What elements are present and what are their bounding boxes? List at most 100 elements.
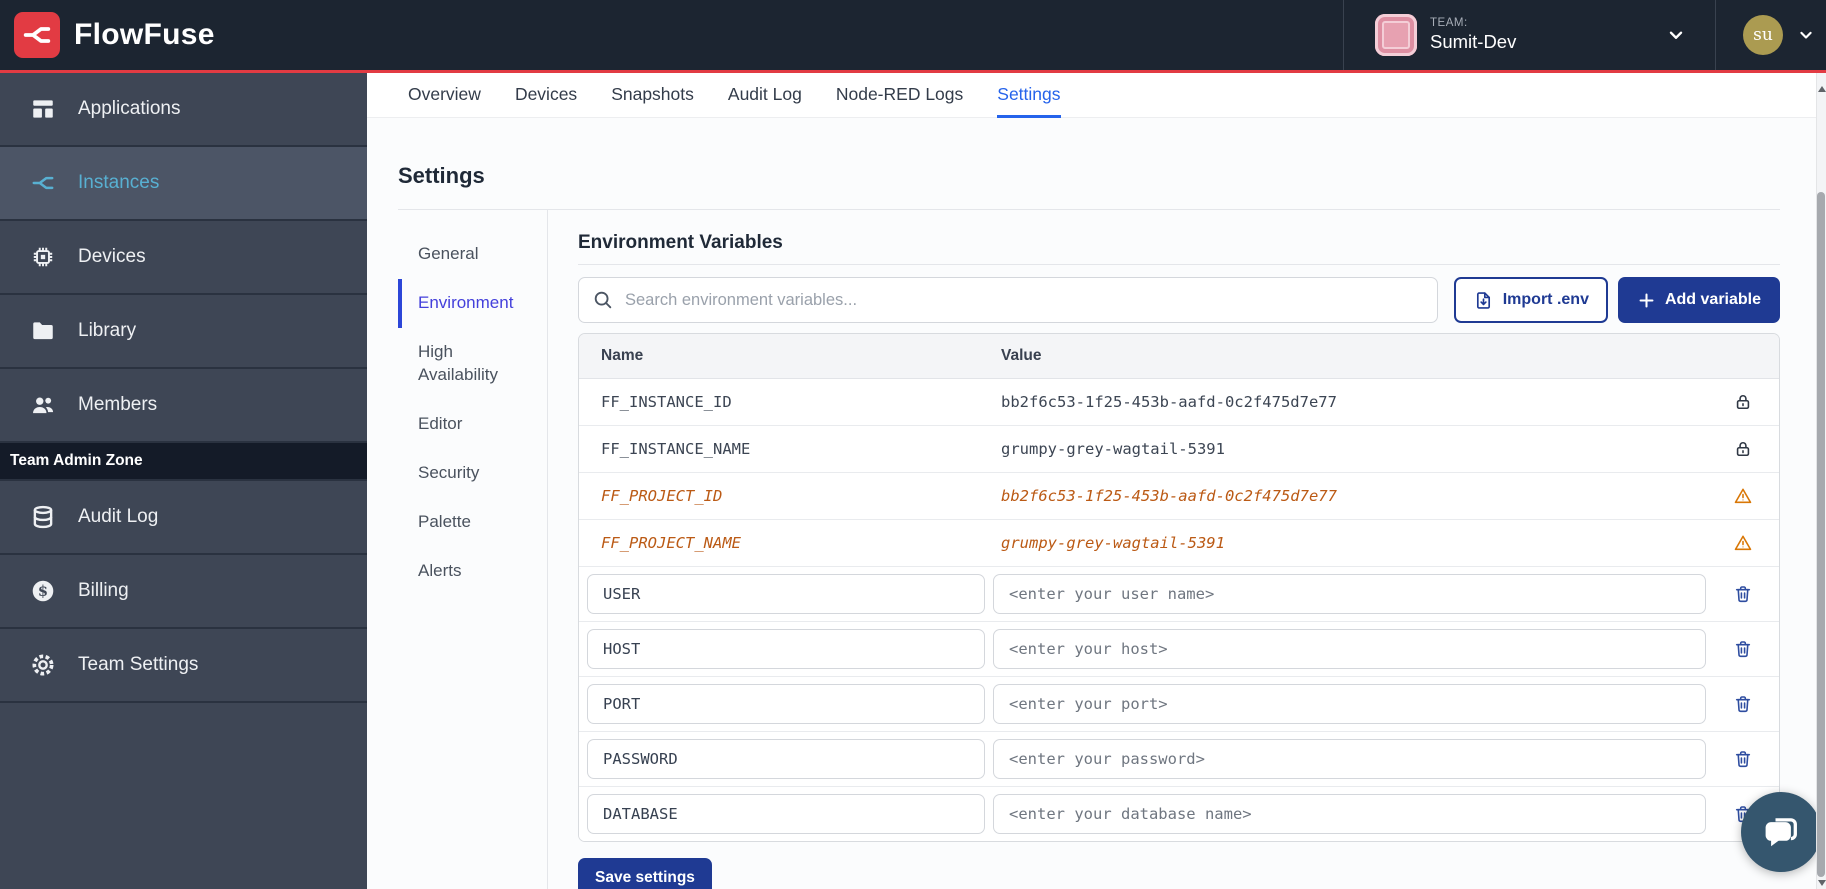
chat-bubbles-icon	[1759, 810, 1803, 854]
env-name-input[interactable]	[587, 574, 985, 614]
user-avatar: su	[1743, 15, 1783, 55]
env-value-input[interactable]	[993, 739, 1706, 779]
column-header-value: Value	[993, 347, 1706, 365]
audit-log-icon	[30, 504, 56, 530]
scrollbar-thumb[interactable]	[1817, 192, 1825, 877]
tab-settings[interactable]: Settings	[997, 73, 1060, 118]
settings-subnav-environment[interactable]: Environment	[398, 279, 528, 328]
sidebar-item-label: Team Settings	[78, 654, 198, 676]
tab-node-red-logs[interactable]: Node-RED Logs	[836, 73, 963, 118]
billing-icon: $	[30, 578, 56, 604]
sidebar-item-label: Library	[78, 320, 136, 342]
search-icon	[592, 289, 614, 311]
vertical-scrollbar	[1816, 73, 1826, 889]
env-value-input[interactable]	[993, 794, 1706, 834]
settings-subnav-palette[interactable]: Palette	[398, 498, 528, 547]
instances-icon	[30, 170, 56, 196]
settings-subnav-editor[interactable]: Editor	[398, 400, 528, 449]
settings-subnav: GeneralEnvironmentHigh AvailabilityEdito…	[398, 210, 548, 889]
tab-overview[interactable]: Overview	[408, 73, 481, 118]
devices-icon	[30, 244, 56, 270]
env-value-input[interactable]	[993, 574, 1706, 614]
env-name-input[interactable]	[587, 684, 985, 724]
add-variable-button[interactable]: Add variable	[1618, 277, 1780, 323]
environment-toolbar: Import .env Add variable	[578, 277, 1780, 323]
sidebar-item-label: Instances	[78, 172, 159, 194]
env-row-port	[579, 677, 1779, 732]
env-row-user	[579, 567, 1779, 622]
team-name: Sumit-Dev	[1430, 31, 1516, 53]
sidebar: Applications Instances Devices Library Membe…	[0, 73, 367, 889]
env-row-host	[579, 622, 1779, 677]
import-env-label: Import .env	[1503, 291, 1589, 309]
env-row-database	[579, 787, 1779, 841]
env-var-value: grumpy-grey-wagtail-5391	[993, 440, 1706, 458]
env-value-input[interactable]	[993, 629, 1706, 669]
search-input[interactable]	[578, 277, 1438, 323]
env-table-body: FF_INSTANCE_IDbb2f6c53-1f25-453b-aafd-0c…	[579, 379, 1779, 841]
settings-subnav-high-availability[interactable]: High Availability	[398, 328, 528, 400]
sidebar-item-label: Devices	[78, 246, 146, 268]
topbar: FlowFuse TEAM: Sumit-Dev su	[0, 0, 1826, 70]
flowfuse-brand[interactable]: FlowFuse	[14, 0, 215, 70]
delete-variable-button[interactable]	[1706, 639, 1779, 659]
env-row-password	[579, 732, 1779, 787]
delete-variable-button[interactable]	[1706, 749, 1779, 769]
flowfuse-logo-icon	[14, 12, 60, 58]
env-var-name: FF_INSTANCE_ID	[579, 393, 993, 411]
svg-text:$: $	[38, 583, 48, 600]
env-name-input[interactable]	[587, 629, 985, 669]
environment-heading: Environment Variables	[578, 232, 1780, 254]
sidebar-item-audit-log[interactable]: Audit Log	[0, 481, 367, 555]
settings-subnav-security[interactable]: Security	[398, 449, 528, 498]
search-box	[578, 277, 1438, 323]
trash-icon	[1733, 639, 1753, 659]
sidebar-item-devices[interactable]: Devices	[0, 221, 367, 295]
library-icon	[30, 318, 56, 344]
sidebar-item-instances[interactable]: Instances	[0, 147, 367, 221]
env-value-input[interactable]	[993, 684, 1706, 724]
sidebar-item-team-settings[interactable]: Team Settings	[0, 629, 367, 703]
brand-accent-line	[0, 70, 1826, 73]
column-header-name: Name	[579, 347, 993, 365]
sidebar-item-billing[interactable]: $Billing	[0, 555, 367, 629]
env-row-ff-project-name: FF_PROJECT_NAMEgrumpy-grey-wagtail-5391	[579, 520, 1779, 567]
scrollbar-up-arrow[interactable]	[1818, 86, 1826, 92]
instance-tabs: Overview Devices Snapshots Audit Log Node-RE…	[367, 73, 1816, 118]
tab-snapshots[interactable]: Snapshots	[611, 73, 694, 118]
sidebar-item-label: Audit Log	[78, 506, 158, 528]
delete-variable-button[interactable]	[1706, 584, 1779, 604]
tab-devices[interactable]: Devices	[515, 73, 577, 118]
env-var-name: FF_PROJECT_NAME	[579, 534, 993, 552]
applications-icon	[30, 96, 56, 122]
settings-subnav-alerts[interactable]: Alerts	[398, 547, 528, 596]
sidebar-item-applications[interactable]: Applications	[0, 73, 367, 147]
scrollbar-down-arrow[interactable]	[1818, 880, 1826, 886]
plus-icon	[1637, 291, 1656, 310]
env-name-input[interactable]	[587, 794, 985, 834]
team-switcher[interactable]: TEAM: Sumit-Dev	[1343, 0, 1715, 70]
sidebar-item-label: Members	[78, 394, 157, 416]
env-name-input[interactable]	[587, 739, 985, 779]
team-settings-icon	[30, 652, 56, 678]
tab-audit-log[interactable]: Audit Log	[728, 73, 802, 118]
lock-icon	[1706, 439, 1779, 459]
trash-icon	[1733, 694, 1753, 714]
trash-icon	[1733, 584, 1753, 604]
save-settings-button[interactable]: Save settings	[578, 858, 712, 889]
page-title: Settings	[398, 163, 1780, 189]
environment-panel: Environment Variables Import .env	[578, 210, 1780, 889]
user-menu[interactable]: su	[1715, 0, 1826, 70]
env-var-value: grumpy-grey-wagtail-5391	[993, 534, 1706, 552]
settings-subnav-general[interactable]: General	[398, 230, 528, 279]
brand-name: FlowFuse	[74, 18, 215, 52]
members-icon	[30, 392, 56, 418]
team-label: TEAM:	[1430, 17, 1516, 29]
delete-variable-button[interactable]	[1706, 694, 1779, 714]
import-env-button[interactable]: Import .env	[1454, 277, 1608, 323]
sidebar-item-library[interactable]: Library	[0, 295, 367, 369]
chat-widget-button[interactable]	[1741, 792, 1821, 872]
sidebar-item-members[interactable]: Members	[0, 369, 367, 443]
env-var-name: FF_INSTANCE_NAME	[579, 440, 993, 458]
environment-divider	[578, 264, 1780, 265]
